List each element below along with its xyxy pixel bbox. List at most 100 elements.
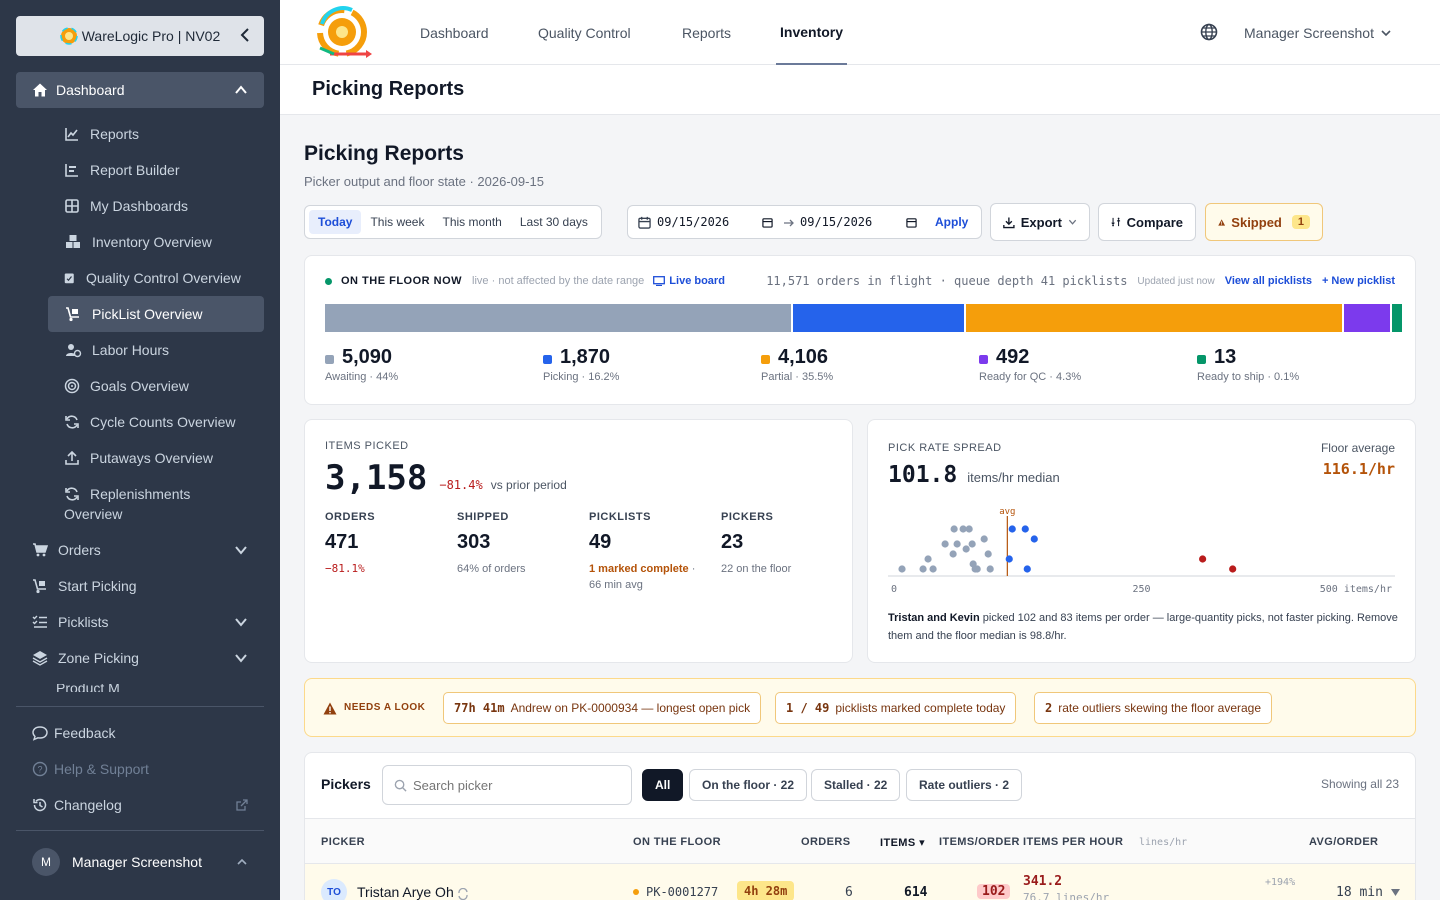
- chevron-down-icon[interactable]: [234, 651, 248, 665]
- globe-icon[interactable]: [1200, 23, 1218, 41]
- col-on-floor[interactable]: ON THE FLOOR: [633, 836, 721, 848]
- changelog-link[interactable]: Changelog: [32, 795, 264, 815]
- user-menu-top[interactable]: Manager Screenshot: [1244, 0, 1392, 65]
- stat-note: 64% of orders: [457, 563, 526, 575]
- col-orders[interactable]: ORDERS: [801, 836, 850, 848]
- sidebar-item-start-picking[interactable]: Start Picking: [32, 576, 137, 596]
- col-avg-order[interactable]: AVG/ORDER: [1309, 836, 1378, 848]
- boxes-icon: [66, 235, 80, 248]
- sidebar-item-my-dashboards[interactable]: My Dashboards: [64, 196, 188, 216]
- legend-desc: Picking · 16.2%: [543, 371, 620, 383]
- skipped-button[interactable]: Skipped 1: [1205, 203, 1323, 241]
- col-items-order[interactable]: ITEMS/ORDER: [939, 836, 1020, 848]
- stat-note-2: 66 min avg: [589, 579, 643, 591]
- date-from-field[interactable]: 09/15/2026: [657, 215, 769, 229]
- floor-bar-segment-ready-qc[interactable]: [1344, 304, 1390, 332]
- picklist-id[interactable]: PK-0001277: [646, 885, 718, 899]
- sidebar-item-orders[interactable]: Orders: [32, 540, 264, 560]
- col-picker[interactable]: PICKER: [321, 836, 365, 848]
- sidebar-item-replenishments-overview[interactable]: Replenishments: [64, 484, 190, 504]
- sidebar-item-goals-overview[interactable]: Goals Overview: [64, 376, 189, 396]
- filter-on-floor[interactable]: On the floor · 22: [689, 769, 808, 801]
- chevron-left-icon[interactable]: [240, 28, 250, 42]
- picker-search-field[interactable]: [413, 775, 613, 795]
- col-items-per-hour[interactable]: ITEMS PER HOUR: [1023, 836, 1123, 848]
- sidebar-item-report-builder[interactable]: Report Builder: [64, 160, 180, 180]
- table-row[interactable]: [305, 863, 1415, 900]
- date-to-field[interactable]: 09/15/2026: [800, 215, 872, 229]
- scatter-point: [962, 545, 970, 553]
- sidebar-item-putaways-overview[interactable]: Putaways Overview: [64, 448, 213, 468]
- floor-bar-segment-picking[interactable]: [792, 304, 965, 332]
- sidebar-item-inventory-overview[interactable]: Inventory Overview: [64, 232, 212, 252]
- compare-button[interactable]: Compare: [1098, 203, 1196, 241]
- sidebar-item-picklists[interactable]: Picklists: [32, 612, 264, 632]
- sidebar-item-label: Zone Picking: [58, 650, 139, 666]
- legend-ready-qc: 492 Ready for QC · 4.3%: [979, 346, 1081, 383]
- items-picked-delta-note: vs prior period: [490, 478, 567, 492]
- filter-stalled[interactable]: Stalled · 22: [811, 769, 901, 801]
- col-lines-hr: lines/hr: [1139, 837, 1188, 848]
- col-items[interactable]: ITEMS ▾: [880, 836, 925, 849]
- help-label: Help & Support: [54, 761, 149, 777]
- user-name: Manager Screenshot: [72, 854, 202, 870]
- calendar-icon[interactable]: [762, 217, 773, 228]
- range-this-month[interactable]: This month: [433, 210, 510, 234]
- tab-reports[interactable]: Reports: [682, 0, 731, 65]
- tab-dashboard[interactable]: Dashboard: [420, 0, 489, 65]
- chevron-down-icon[interactable]: [234, 615, 248, 629]
- chip-text: picklists marked complete today: [835, 701, 1006, 715]
- needs-look-chip-outliers[interactable]: 2 rate outliers skewing the floor average: [1034, 692, 1273, 724]
- chip-value: 2: [1045, 701, 1053, 715]
- sidebar-item-cycle-counts-overview[interactable]: Cycle Counts Overview: [64, 412, 236, 432]
- range-today[interactable]: Today: [309, 210, 362, 234]
- tab-quality-control[interactable]: Quality Control: [538, 0, 631, 65]
- floor-bar-segment-ready-ship[interactable]: [1391, 304, 1402, 332]
- chevron-up-icon[interactable]: [234, 83, 248, 97]
- brand-switcher[interactable]: WareLogic Pro | NV02: [16, 16, 264, 56]
- feedback-link[interactable]: Feedback: [32, 723, 115, 743]
- floor-average-label: Floor average: [1320, 441, 1395, 455]
- sidebar-item-quality-control-overview[interactable]: Quality Control Overview: [64, 268, 241, 288]
- sidebar-item-zone-picking[interactable]: Zone Picking: [32, 648, 264, 668]
- picker-name[interactable]: Tristan Arye Oh: [357, 884, 454, 900]
- floor-bar-segment-awaiting[interactable]: [325, 304, 791, 332]
- floor-bar-segment-partial[interactable]: [966, 304, 1343, 332]
- filter-all[interactable]: All: [642, 769, 684, 801]
- range-last-30-days[interactable]: Last 30 days: [511, 210, 597, 234]
- needs-look-chip-complete[interactable]: 1 / 49 picklists marked complete today: [775, 692, 1017, 724]
- pick-rate-card: PICK RATE SPREAD 101.8 items/hr median F…: [867, 419, 1416, 663]
- apply-button[interactable]: Apply: [935, 215, 968, 229]
- new-picklist-link[interactable]: + New picklist: [1322, 275, 1395, 287]
- calendar-icon[interactable]: [906, 217, 917, 228]
- sidebar-item-dashboard[interactable]: Dashboard: [16, 72, 264, 108]
- export-button[interactable]: Export: [990, 203, 1090, 241]
- needs-look-chip-longest-pick[interactable]: 77h 41m Andrew on PK-0000934 — longest op…: [443, 692, 762, 724]
- chevron-up-icon[interactable]: [236, 856, 248, 868]
- range-this-week[interactable]: This week: [361, 210, 433, 234]
- picker-search-input[interactable]: [382, 765, 632, 805]
- filter-rate-outliers[interactable]: Rate outliers · 2: [906, 769, 1023, 801]
- sidebar-scroll-cutoff: Product M: [32, 684, 264, 692]
- scatter-point: [1005, 555, 1013, 563]
- clipboard-check-icon: [64, 273, 74, 284]
- sidebar-item-label: Cycle Counts Overview: [90, 414, 236, 430]
- x-tick-label: 500 items/hr: [1320, 584, 1392, 595]
- sidebar-item-labor-hours[interactable]: Labor Hours: [64, 340, 169, 360]
- cell-orders: 6: [845, 885, 853, 900]
- chevron-down-icon[interactable]: [234, 543, 248, 557]
- tab-inventory[interactable]: Inventory: [776, 0, 848, 65]
- sidebar-item-picklist-overview[interactable]: PickList Overview: [48, 296, 264, 332]
- pick-rate-label: PICK RATE SPREAD: [888, 442, 1002, 454]
- cell-lines-hr: 76.7 lines/hr: [1023, 891, 1110, 900]
- help-support-link[interactable]: ? Help & Support: [32, 759, 149, 779]
- legend-value: 492: [996, 346, 1030, 368]
- live-board-link[interactable]: Live board: [669, 275, 725, 287]
- expand-row-icon[interactable]: [1391, 889, 1400, 896]
- upload-icon: [65, 450, 79, 465]
- view-all-picklists-link[interactable]: View all picklists: [1225, 275, 1312, 287]
- x-tick-label: 0: [891, 584, 897, 595]
- legend-value: 5,090: [342, 346, 393, 368]
- sidebar-item-reports[interactable]: Reports: [64, 124, 139, 144]
- user-menu[interactable]: M Manager Screenshot: [32, 848, 264, 876]
